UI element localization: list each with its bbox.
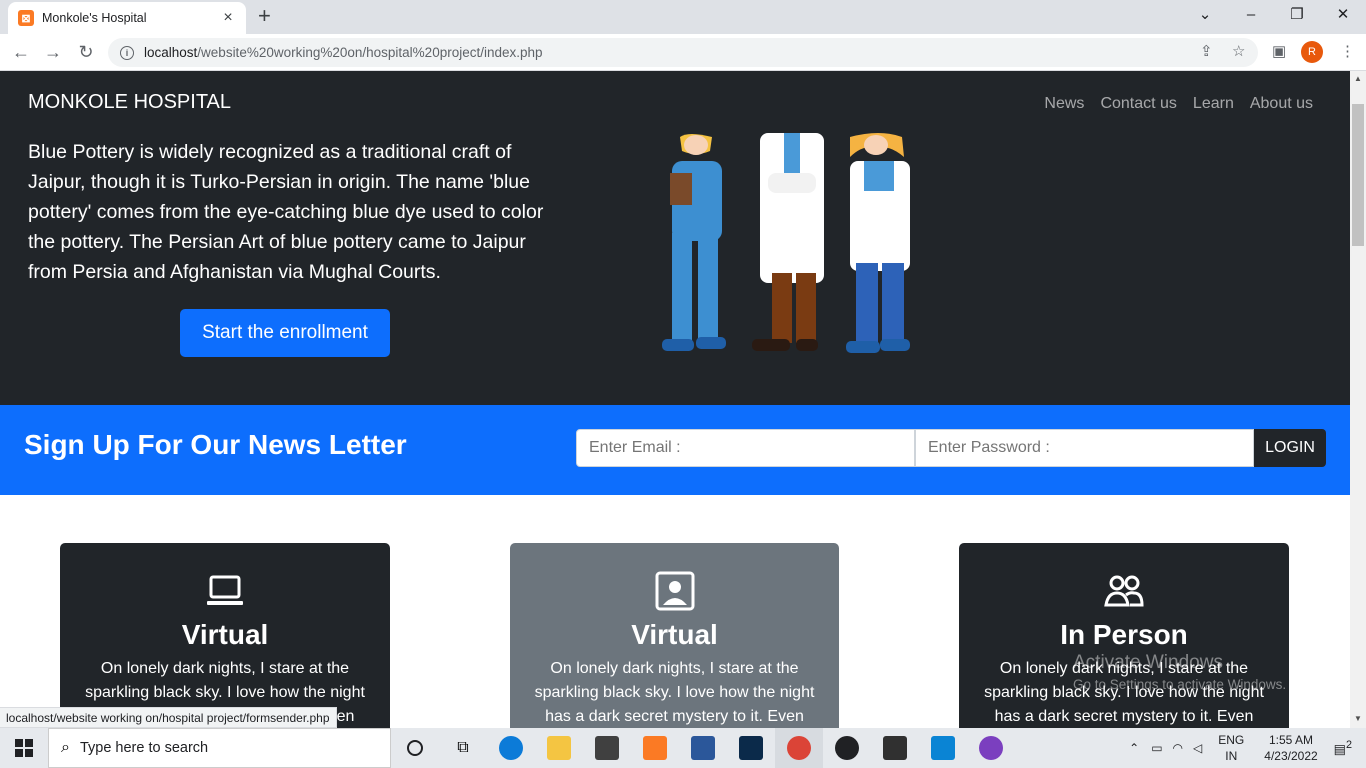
person-badge-icon [655, 571, 694, 611]
chrome-icon[interactable] [775, 728, 823, 768]
top-nav: News Contact us Learn About us [1044, 95, 1313, 113]
nav-news[interactable]: News [1044, 95, 1084, 113]
doctor-figure [752, 133, 824, 351]
url-text: localhost/website%20working%20on/hospita… [144, 45, 543, 60]
search-icon: ⌕ [61, 739, 70, 756]
clock[interactable]: 1:55 AM 4/23/2022 [1264, 732, 1317, 764]
side-panel-icon[interactable]: ▣ [1272, 42, 1286, 60]
newsletter-form: LOGIN [576, 429, 1326, 467]
nav-contact-us[interactable]: Contact us [1100, 95, 1176, 113]
share-icon[interactable]: ⇪ [1200, 42, 1213, 60]
taskbar-search[interactable]: ⌕ Type here to search [48, 728, 391, 768]
word-icon[interactable] [679, 728, 727, 768]
notification-count: 2 [1345, 738, 1352, 751]
language-indicator[interactable]: ENG IN [1218, 732, 1244, 764]
wifi-icon[interactable]: ◠ [1173, 741, 1183, 755]
taskbar-search-placeholder: Type here to search [79, 740, 209, 756]
card-in-person[interactable]: In Person On lonely dark nights, I stare… [959, 543, 1289, 728]
network-icon[interactable]: ▭ [1151, 741, 1162, 755]
forward-button[interactable]: → [41, 40, 65, 64]
newsletter-section: Sign Up For Our News Letter LOGIN [0, 405, 1350, 495]
volume-icon[interactable]: ◁ [1193, 741, 1202, 755]
minimize-button[interactable]: – [1228, 4, 1274, 26]
tab-title: Monkole's Hospital [42, 11, 147, 25]
nav-about-us[interactable]: About us [1250, 95, 1313, 113]
clock-time: 1:55 AM [1268, 733, 1313, 747]
xampp-icon[interactable] [631, 728, 679, 768]
scroll-down-icon[interactable]: ▼ [1350, 711, 1366, 727]
activate-windows-subtitle: Go to Settings to activate Windows. [1073, 677, 1287, 692]
login-button[interactable]: LOGIN [1254, 429, 1326, 467]
close-window-button[interactable]: ✕ [1320, 4, 1366, 26]
page-viewport: MONKOLE HOSPITAL News Contact us Learn A… [0, 71, 1350, 728]
hero-section: MONKOLE HOSPITAL News Contact us Learn A… [0, 71, 1350, 405]
notifications-icon[interactable]: ▤2 [1334, 739, 1352, 757]
profile-avatar[interactable]: R [1301, 41, 1323, 63]
lang-bottom: IN [1225, 749, 1238, 763]
nav-learn[interactable]: Learn [1193, 95, 1234, 113]
activate-windows-title: Activate Windows [1073, 652, 1223, 673]
browser-tab-bar: ⊠ Monkole's Hospital × + ⌄ – ❐ ✕ [0, 0, 1366, 34]
status-bar-url: localhost/website working on/hospital pr… [0, 707, 337, 728]
windows-logo-icon [15, 739, 33, 757]
laptop-icon [207, 575, 243, 605]
hero-paragraph: Blue Pottery is widely recognized as a t… [28, 141, 544, 283]
restore-button[interactable]: ❐ [1274, 4, 1320, 26]
card-text: On lonely dark nights, I stare at the sp… [534, 660, 815, 725]
url-host: localhost [144, 45, 198, 60]
bookmark-star-icon[interactable]: ☆ [1232, 42, 1245, 60]
card-title: Virtual [631, 619, 718, 650]
card-title: Virtual [181, 619, 269, 650]
nurse-figure [662, 134, 726, 351]
start-enrollment-button[interactable]: Start the enrollment [180, 309, 390, 357]
doctors-illustration [662, 133, 910, 353]
reload-button[interactable]: ↻ [74, 40, 98, 64]
password-input[interactable] [915, 429, 1254, 467]
lang-top: ENG [1218, 733, 1245, 747]
new-tab-button[interactable]: + [258, 5, 271, 27]
browser-tab[interactable]: ⊠ Monkole's Hospital × [8, 2, 246, 34]
vscode-icon[interactable] [919, 728, 967, 768]
windows-taskbar: ⌕ Type here to search ⧉ ⌃ ▭ ◠ ◁ ENG IN 1… [0, 728, 1366, 768]
mail-icon[interactable] [583, 728, 631, 768]
store-icon[interactable] [871, 728, 919, 768]
email-input[interactable] [576, 429, 915, 467]
menu-kebab-icon[interactable]: ⋮ [1340, 42, 1355, 60]
start-button[interactable] [0, 728, 48, 768]
site-brand[interactable]: MONKOLE HOSPITAL [28, 91, 231, 114]
url-input[interactable]: i localhost/website%20working%20on/hospi… [108, 38, 1258, 67]
xampp-favicon-icon: ⊠ [18, 10, 34, 26]
card-virtual-1[interactable]: Virtual On lonely dark nights, I stare a… [60, 543, 390, 728]
url-path: /website%20working%20on/hospital%20proje… [197, 45, 543, 60]
show-hidden-icons-icon[interactable]: ⌃ [1129, 741, 1139, 755]
github-desktop-icon[interactable] [967, 728, 1015, 768]
card-virtual-2[interactable]: Virtual On lonely dark nights, I stare a… [510, 543, 839, 728]
card-title: In Person [1060, 619, 1188, 650]
cortana-icon[interactable] [391, 728, 439, 768]
system-tray: ⌃ ▭ ◠ ◁ ENG IN 1:55 AM 4/23/2022 ▤2 [1123, 728, 1366, 768]
address-bar-row: ← → ↻ i localhost/website%20working%20on… [0, 34, 1366, 71]
scroll-up-icon[interactable]: ▲ [1350, 71, 1366, 87]
xbox-icon[interactable] [823, 728, 871, 768]
file-explorer-icon[interactable] [535, 728, 583, 768]
people-icon [1104, 575, 1144, 607]
clock-date: 4/23/2022 [1264, 749, 1318, 763]
photoshop-icon[interactable] [727, 728, 775, 768]
scrollbar-thumb[interactable] [1352, 104, 1364, 246]
newsletter-title: Sign Up For Our News Letter [24, 429, 407, 460]
site-info-icon[interactable]: i [120, 45, 134, 60]
task-view-icon[interactable]: ⧉ [439, 728, 487, 768]
edge-icon[interactable] [487, 728, 535, 768]
tab-search-icon[interactable]: ⌄ [1182, 4, 1228, 26]
tab-close-icon[interactable]: × [220, 9, 236, 27]
back-button[interactable]: ← [9, 40, 33, 64]
female-doctor-figure [846, 133, 910, 353]
